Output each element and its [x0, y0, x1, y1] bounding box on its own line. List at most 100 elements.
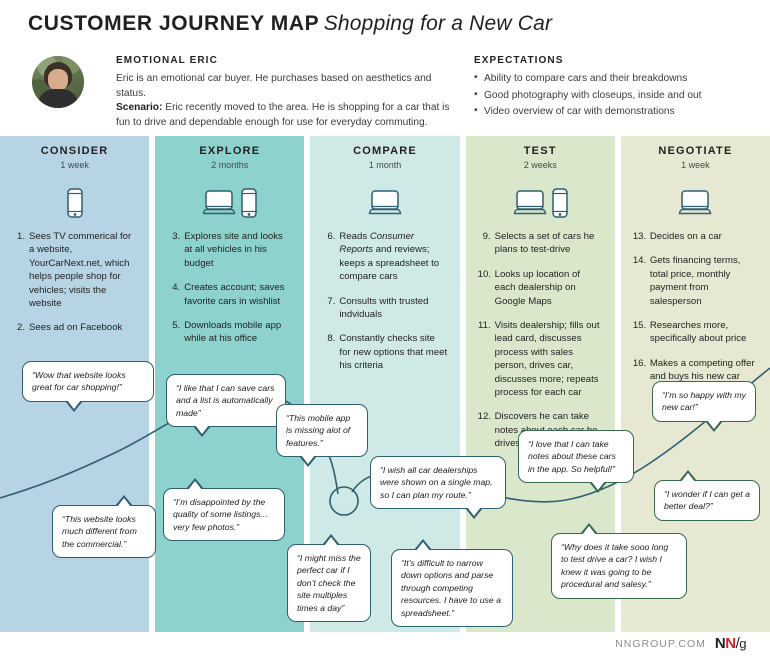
stage-duration: 1 week: [60, 159, 89, 170]
device-icons: [466, 178, 615, 226]
step-text: Makes a competing offer and buys his new…: [649, 357, 755, 383]
quote-bubble: “I wish all car dealerships were shown o…: [370, 456, 506, 520]
logo-g: g: [739, 636, 746, 651]
quote-text: “This website looks much different from …: [62, 514, 137, 549]
footer-url: NNGROUP.COM: [615, 637, 706, 650]
quote-bubble: “I’m so happy with my new car!”: [652, 381, 756, 432]
stage-title: COMPARE: [353, 144, 417, 157]
journey-map-page: CUSTOMER JOURNEY MAP Shopping for a New …: [0, 0, 770, 662]
bubble-tail-inner: [67, 399, 81, 409]
page-title: CUSTOMER JOURNEY MAP Shopping for a New …: [28, 12, 552, 36]
list-item: Ability to compare cars and their breakd…: [474, 71, 764, 87]
step-number: 13.: [632, 231, 647, 242]
quote-text: “I wish all car dealerships were shown o…: [380, 465, 493, 500]
laptop-icon: [202, 189, 236, 222]
logo-n2: N: [725, 635, 736, 652]
step-number: 1.: [16, 231, 25, 242]
stage-header: NEGOTIATE 1 week: [620, 136, 770, 178]
list-item: Good photography with closeups, inside a…: [474, 88, 764, 104]
list-item: 6. Reads Consumer Reports and reviews; ke…: [322, 230, 447, 284]
persona-line1: Eric is an emotional car buyer. He purch…: [116, 73, 432, 99]
quote-bubble: “I wonder if I can get a better deal?”: [654, 470, 760, 521]
bubble-tail-inner: [195, 425, 209, 435]
list-item: 13. Decides on a car: [633, 230, 758, 243]
step-text: Decides on a car: [649, 231, 722, 242]
list-item: 16. Makes a competing offer and buys his …: [633, 357, 758, 384]
step-text: Explores site and looks at all vehicles …: [184, 231, 283, 269]
persona-scenario-label: Scenario:: [116, 102, 163, 114]
stage-header: EXPLORE 2 months: [155, 136, 305, 178]
stage-duration: 2 months: [211, 159, 249, 170]
avatar: [32, 56, 84, 108]
bubble-tail-inner: [416, 542, 430, 551]
quote-bubble: “I love that I can take notes about thes…: [518, 430, 634, 494]
quote-text: “I like that I can save cars and a list …: [176, 383, 275, 418]
quote-bubble: “Why does it take sooo long to test driv…: [551, 523, 687, 599]
laptop-icon: [513, 189, 547, 222]
phone-icon: [551, 187, 568, 223]
avatar-shirt: [38, 89, 78, 108]
step-text: Sees TV commerical for a website, YourCa…: [29, 231, 132, 310]
expectations-heading: EXPECTATIONS: [474, 55, 564, 66]
step-text: Creates account; saves favorite cars in …: [184, 282, 285, 307]
logo-n1: N: [714, 635, 726, 652]
step-text-part1: Reads: [339, 231, 370, 242]
step-number: 2.: [16, 322, 25, 334]
quote-bubble: “It’s difficult to narrow down options a…: [391, 539, 513, 628]
persona-heading: EMOTIONAL ERIC: [116, 55, 218, 66]
step-number: 8.: [327, 333, 336, 345]
quote-text: “I might miss the perfect car if I don’t…: [297, 553, 361, 613]
bubble-tail-inner: [188, 481, 202, 490]
bubble-tail-inner: [707, 419, 721, 429]
step-number: 12.: [477, 411, 491, 423]
quote-text: “I’m disappointed by the quality of some…: [173, 497, 268, 532]
stage-step-list: 6. Reads Consumer Reports and reviews; ke…: [310, 226, 459, 373]
list-item: 8. Constantly checks site for new options…: [322, 332, 447, 372]
device-icons: [621, 178, 770, 226]
page-title-main: CUSTOMER JOURNEY MAP: [28, 12, 320, 35]
step-text: Selects a set of cars he plans to test-d…: [494, 231, 595, 256]
quote-text: “It’s difficult to narrow down options a…: [401, 558, 501, 618]
phone-icon: [241, 187, 258, 223]
stage-step-list: 13. Decides on a car 14. Gets financing ter…: [621, 226, 770, 384]
list-item: 10. Looks up location of each dealership …: [478, 268, 603, 308]
stage-title: EXPLORE: [199, 144, 261, 157]
stage-duration: 2 weeks: [523, 159, 557, 170]
list-item: 1. Sees TV commerical for a website, Your…: [12, 230, 137, 310]
device-icons: [310, 178, 459, 226]
quote-text: “Wow that website looks great for car sh…: [32, 370, 126, 393]
step-text: Reads Consumer Reports and reviews; keep…: [339, 230, 447, 284]
avatar-face: [48, 69, 68, 91]
step-number: 10.: [477, 268, 491, 280]
list-item: 7. Consults with trusted indviduals: [322, 295, 447, 322]
expectations-list: Ability to compare cars and their breakd…: [474, 71, 764, 120]
expectations-block: EXPECTATIONS Ability to compare cars and…: [474, 55, 764, 122]
step-number: 16.: [632, 357, 647, 369]
quote-text: “I wonder if I can get a better deal?”: [664, 489, 750, 512]
stage-step-list: 1. Sees TV commerical for a website, Your…: [0, 226, 149, 335]
device-icons: [155, 178, 304, 226]
stage-duration: 1 month: [368, 159, 402, 170]
bubble-tail-inner: [117, 498, 131, 507]
step-number: 14.: [632, 255, 647, 267]
laptop-icon: [678, 189, 712, 222]
step-number: 11.: [477, 320, 491, 332]
quote-text: “Why does it take sooo long to test driv…: [561, 542, 669, 590]
step-text: Looks up location of each dealership on …: [494, 268, 580, 307]
quote-text: “This mobile app is missing alot of feat…: [286, 413, 351, 448]
list-item: 14. Gets financing terms, total price, mo…: [633, 254, 758, 308]
phone-icon: [66, 187, 83, 223]
stage-title: TEST: [523, 144, 557, 157]
step-number: 5.: [172, 320, 181, 332]
list-item: 4. Creates account; saves favorite cars i…: [167, 281, 292, 308]
quote-bubble: “I like that I can save cars and a list …: [166, 374, 286, 438]
persona-scenario-text: Eric recently moved to the area. He is s…: [116, 102, 450, 128]
step-number: 4.: [172, 282, 181, 294]
step-number: 3.: [172, 231, 181, 242]
step-text: Constantly checks site for new options t…: [339, 333, 448, 372]
step-text: Visits dealership; fills out lead card, …: [494, 320, 600, 399]
stage-header: COMPARE 1 month: [310, 136, 460, 178]
persona-block: EMOTIONAL ERIC Eric is an emotional car …: [116, 55, 456, 130]
laptop-icon: [368, 189, 402, 222]
step-text: Consults with trusted indviduals: [339, 295, 429, 321]
